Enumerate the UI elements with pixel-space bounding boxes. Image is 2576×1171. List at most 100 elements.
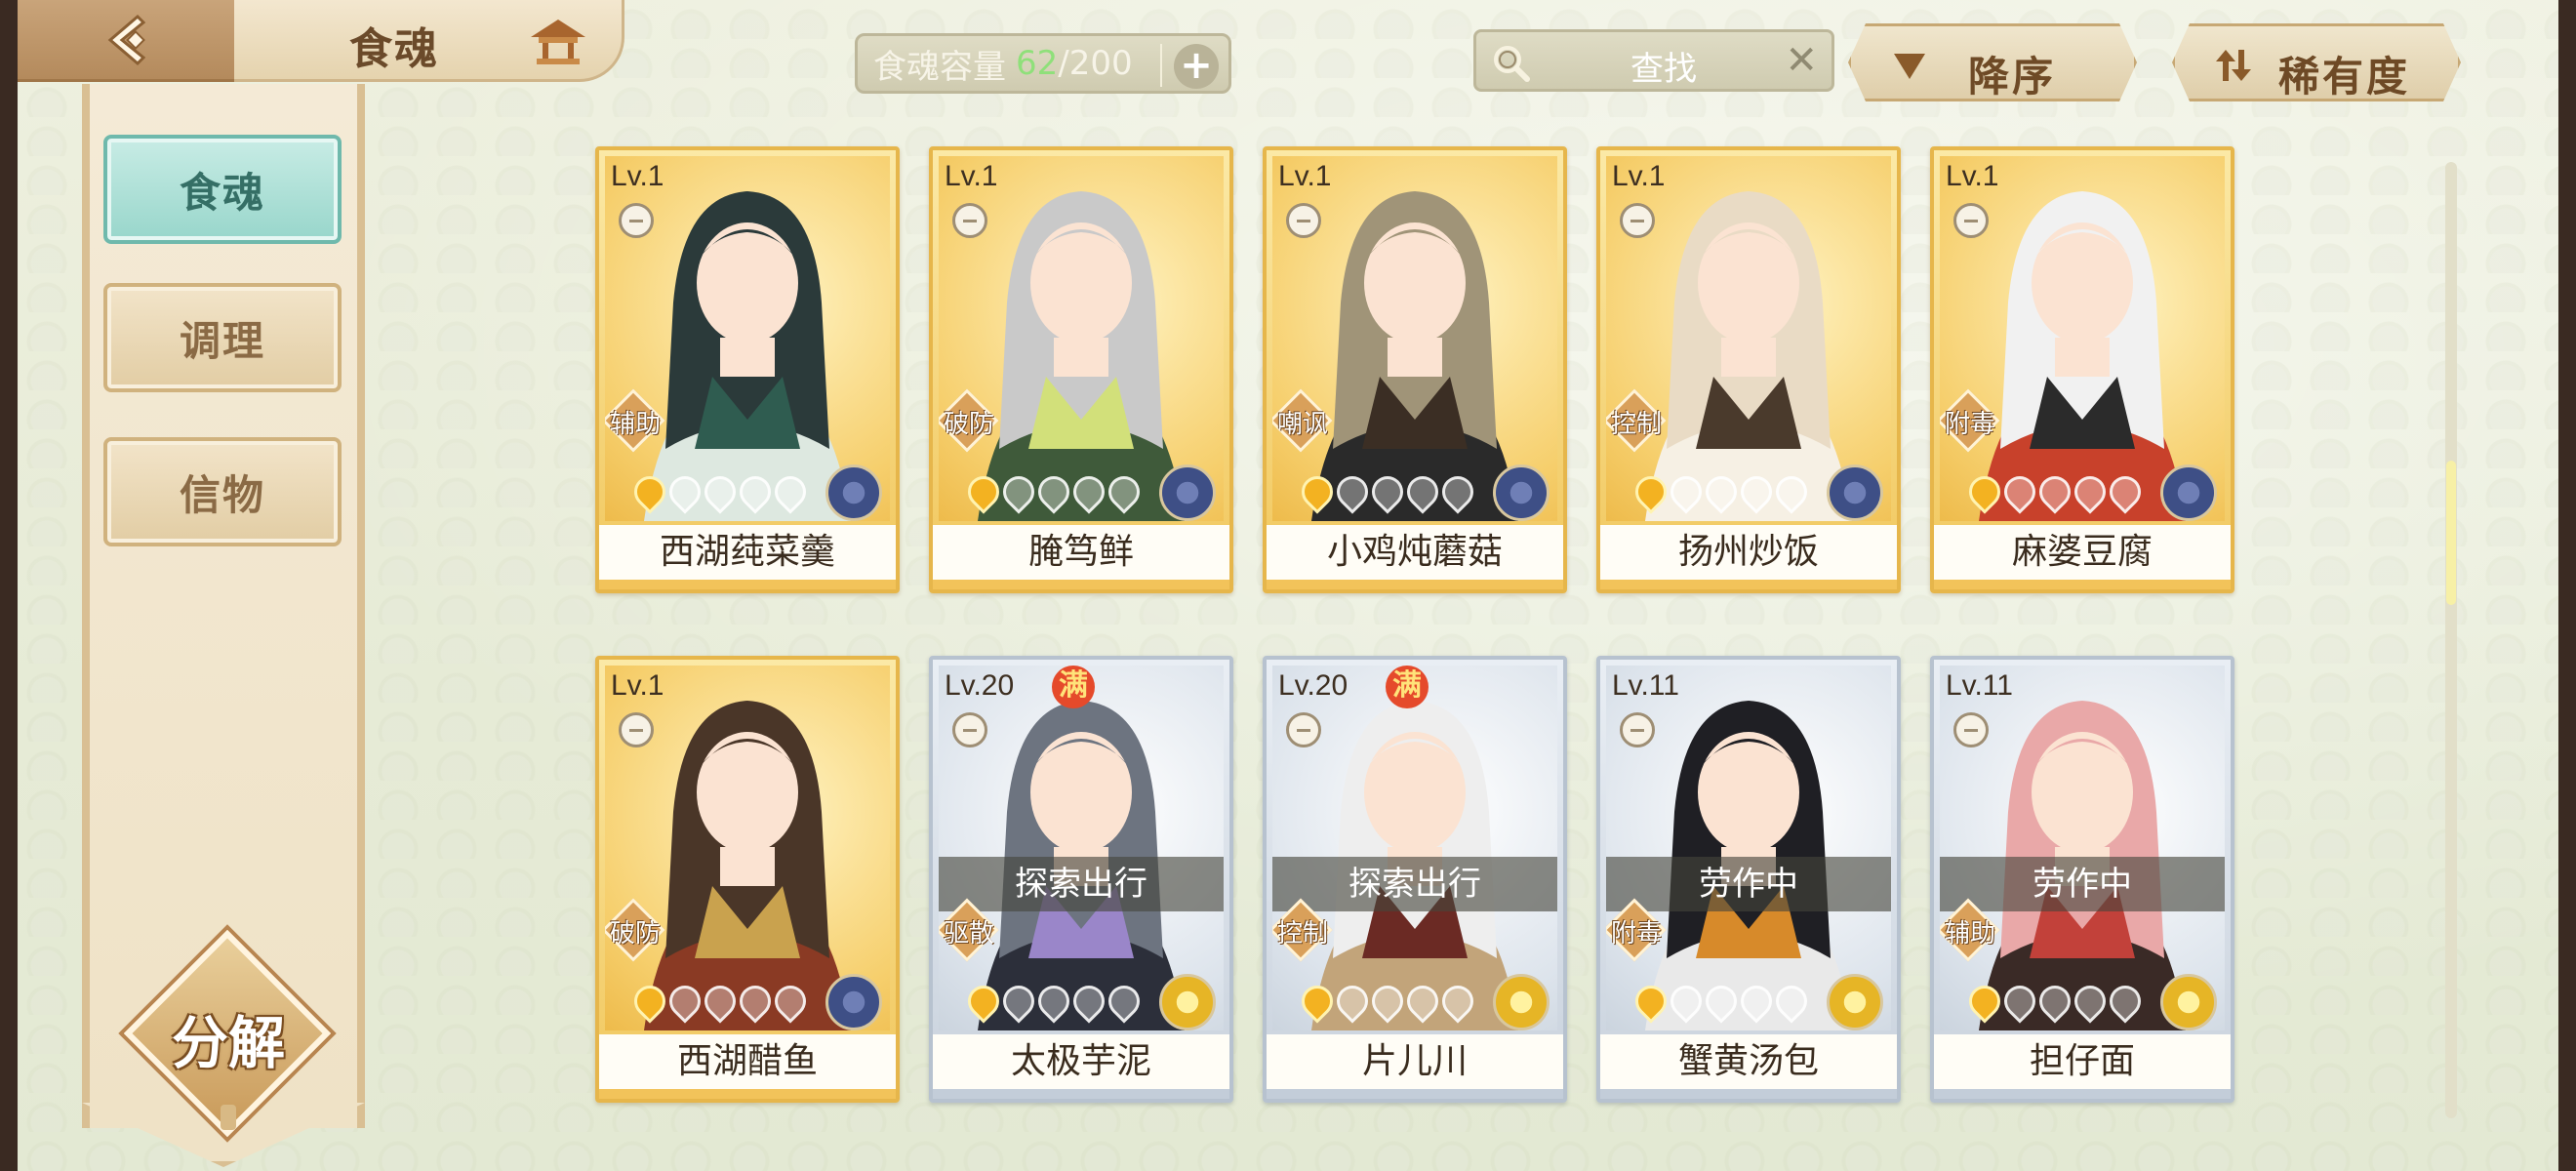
tab-conditioning[interactable]: 调理 <box>103 283 342 392</box>
flame-star-icon <box>1997 469 2042 514</box>
element-emblem-icon <box>1827 974 1883 1030</box>
lock-slot-icon[interactable] <box>952 712 987 747</box>
lock-slot-icon[interactable] <box>1620 712 1655 747</box>
role-badge: 附毒 <box>1940 388 2004 453</box>
flame-star-icon <box>2103 469 2148 514</box>
role-label: 破防 <box>609 919 661 949</box>
rarity-filter-button[interactable]: 稀有度 <box>2172 23 2461 101</box>
food-soul-name: 担仔面 <box>1934 1034 2231 1099</box>
role-label: 辅助 <box>609 410 661 439</box>
flame-star-icon <box>1330 469 1375 514</box>
role-label: 控制 <box>1276 919 1328 949</box>
lock-slot-icon[interactable] <box>1620 203 1655 238</box>
flame-star-icon <box>1400 469 1445 514</box>
flame-star-icon <box>663 979 707 1024</box>
role-badge: 驱散 <box>939 898 1003 962</box>
status-banner: 探索出行 <box>939 857 1224 911</box>
scrollbar[interactable] <box>2445 162 2457 1118</box>
element-emblem-icon <box>1493 974 1550 1030</box>
star-rating <box>1962 979 2148 1024</box>
pavilion-icon[interactable] <box>527 16 589 66</box>
flame-star-icon <box>996 979 1041 1024</box>
star-rating <box>1295 469 1480 514</box>
element-emblem-icon <box>1159 974 1216 1030</box>
lock-slot-icon[interactable] <box>1953 203 1989 238</box>
level-label: Lv.1 <box>945 160 998 192</box>
role-label: 控制 <box>1610 410 1662 439</box>
star-rating <box>961 979 1147 1024</box>
food-soul-card[interactable]: Lv.1 辅助 西湖莼菜羹 <box>595 146 900 593</box>
lock-slot-icon[interactable] <box>1286 203 1321 238</box>
flame-star-icon <box>1734 979 1779 1024</box>
food-soul-card[interactable]: Lv.1 附毒 麻婆豆腐 <box>1930 146 2234 593</box>
flame-star-icon <box>733 469 778 514</box>
role-label: 驱散 <box>943 919 994 949</box>
level-label: Lv.1 <box>1278 160 1332 192</box>
role-badge: 附毒 <box>1606 898 1670 962</box>
food-soul-card[interactable]: Lv.1 嘲讽 小鸡炖蘑菇 <box>1263 146 1567 593</box>
food-soul-card[interactable]: Lv.1 控制 扬州炒饭 <box>1596 146 1901 593</box>
lock-slot-icon[interactable] <box>1953 712 1989 747</box>
flame-star-icon <box>1699 469 1744 514</box>
lock-slot-icon[interactable] <box>619 203 654 238</box>
food-soul-card[interactable]: Lv.1 破防 腌笃鲜 <box>929 146 1233 593</box>
flame-star-icon <box>1031 469 1076 514</box>
screen: 食魂 食魂 调理 信物 分解 食魂容量 62 / 200 + 查找 ✕ 降序 稀… <box>18 0 2558 1171</box>
food-soul-name: 扬州炒饭 <box>1600 525 1897 589</box>
food-soul-card[interactable]: Lv.20 满探索出行 驱散 太极芋泥 <box>929 656 1233 1103</box>
food-soul-card[interactable]: Lv.1 破防 西湖醋鱼 <box>595 656 900 1103</box>
flame-star-icon <box>1664 469 1709 514</box>
role-badge: 破防 <box>939 388 1003 453</box>
flame-star-icon <box>1435 469 1480 514</box>
flame-star-icon <box>2103 979 2148 1024</box>
flame-star-icon <box>627 469 672 514</box>
sort-descending-button[interactable]: 降序 <box>1848 23 2137 101</box>
food-soul-card[interactable]: Lv.11 劳作中 附毒 蟹黄汤包 <box>1596 656 1901 1103</box>
element-emblem-icon <box>825 974 882 1030</box>
level-label: Lv.1 <box>611 160 664 192</box>
flame-star-icon <box>961 469 1006 514</box>
search-input[interactable]: 查找 ✕ <box>1473 29 1834 92</box>
star-rating <box>627 469 813 514</box>
food-soul-card[interactable]: Lv.20 满探索出行 控制 片儿川 <box>1263 656 1567 1103</box>
star-rating <box>961 469 1147 514</box>
filter-label: 稀有度 <box>2278 53 2411 101</box>
lock-slot-icon[interactable] <box>619 712 654 747</box>
role-label: 附毒 <box>1610 919 1662 949</box>
tab-food-souls[interactable]: 食魂 <box>103 135 342 244</box>
level-label: Lv.20 <box>945 669 1015 702</box>
role-label: 附毒 <box>1944 410 1995 439</box>
capacity-label: 食魂容量 <box>873 47 1006 87</box>
flame-star-icon <box>1435 979 1480 1024</box>
flame-star-icon <box>1365 979 1410 1024</box>
flame-star-icon <box>1067 469 1111 514</box>
tab-label: 信物 <box>179 470 265 519</box>
flame-star-icon <box>1769 979 1814 1024</box>
sort-label: 降序 <box>1968 53 2057 101</box>
character-portrait: Lv.1 破防 <box>605 666 890 1030</box>
tab-label: 食魂 <box>179 168 265 217</box>
flame-star-icon <box>1664 979 1709 1024</box>
lock-slot-icon[interactable] <box>952 203 987 238</box>
level-label: Lv.11 <box>1946 669 2013 702</box>
close-icon[interactable]: ✕ <box>1785 38 1818 83</box>
scrollbar-thumb[interactable] <box>2446 461 2456 605</box>
capacity-max: 200 <box>1068 44 1133 83</box>
flame-star-icon <box>1997 979 2042 1024</box>
lock-slot-icon[interactable] <box>1286 712 1321 747</box>
element-emblem-icon <box>1159 464 1216 521</box>
flame-star-icon <box>1629 979 1673 1024</box>
back-button[interactable] <box>18 0 242 82</box>
decompose-button[interactable]: 分解 <box>123 929 332 1138</box>
level-label: Lv.11 <box>1612 669 1679 702</box>
food-soul-name: 麻婆豆腐 <box>1934 525 2231 589</box>
flame-star-icon <box>1962 469 2007 514</box>
divider <box>1160 44 1162 87</box>
expand-capacity-button[interactable]: + <box>1174 44 1219 89</box>
food-soul-name: 太极芋泥 <box>933 1034 1229 1099</box>
flame-star-icon <box>1330 979 1375 1024</box>
tab-tokens[interactable]: 信物 <box>103 437 342 546</box>
food-soul-card[interactable]: Lv.11 劳作中 辅助 担仔面 <box>1930 656 2234 1103</box>
element-emblem-icon <box>1493 464 1550 521</box>
character-portrait: Lv.1 辅助 <box>605 156 890 521</box>
